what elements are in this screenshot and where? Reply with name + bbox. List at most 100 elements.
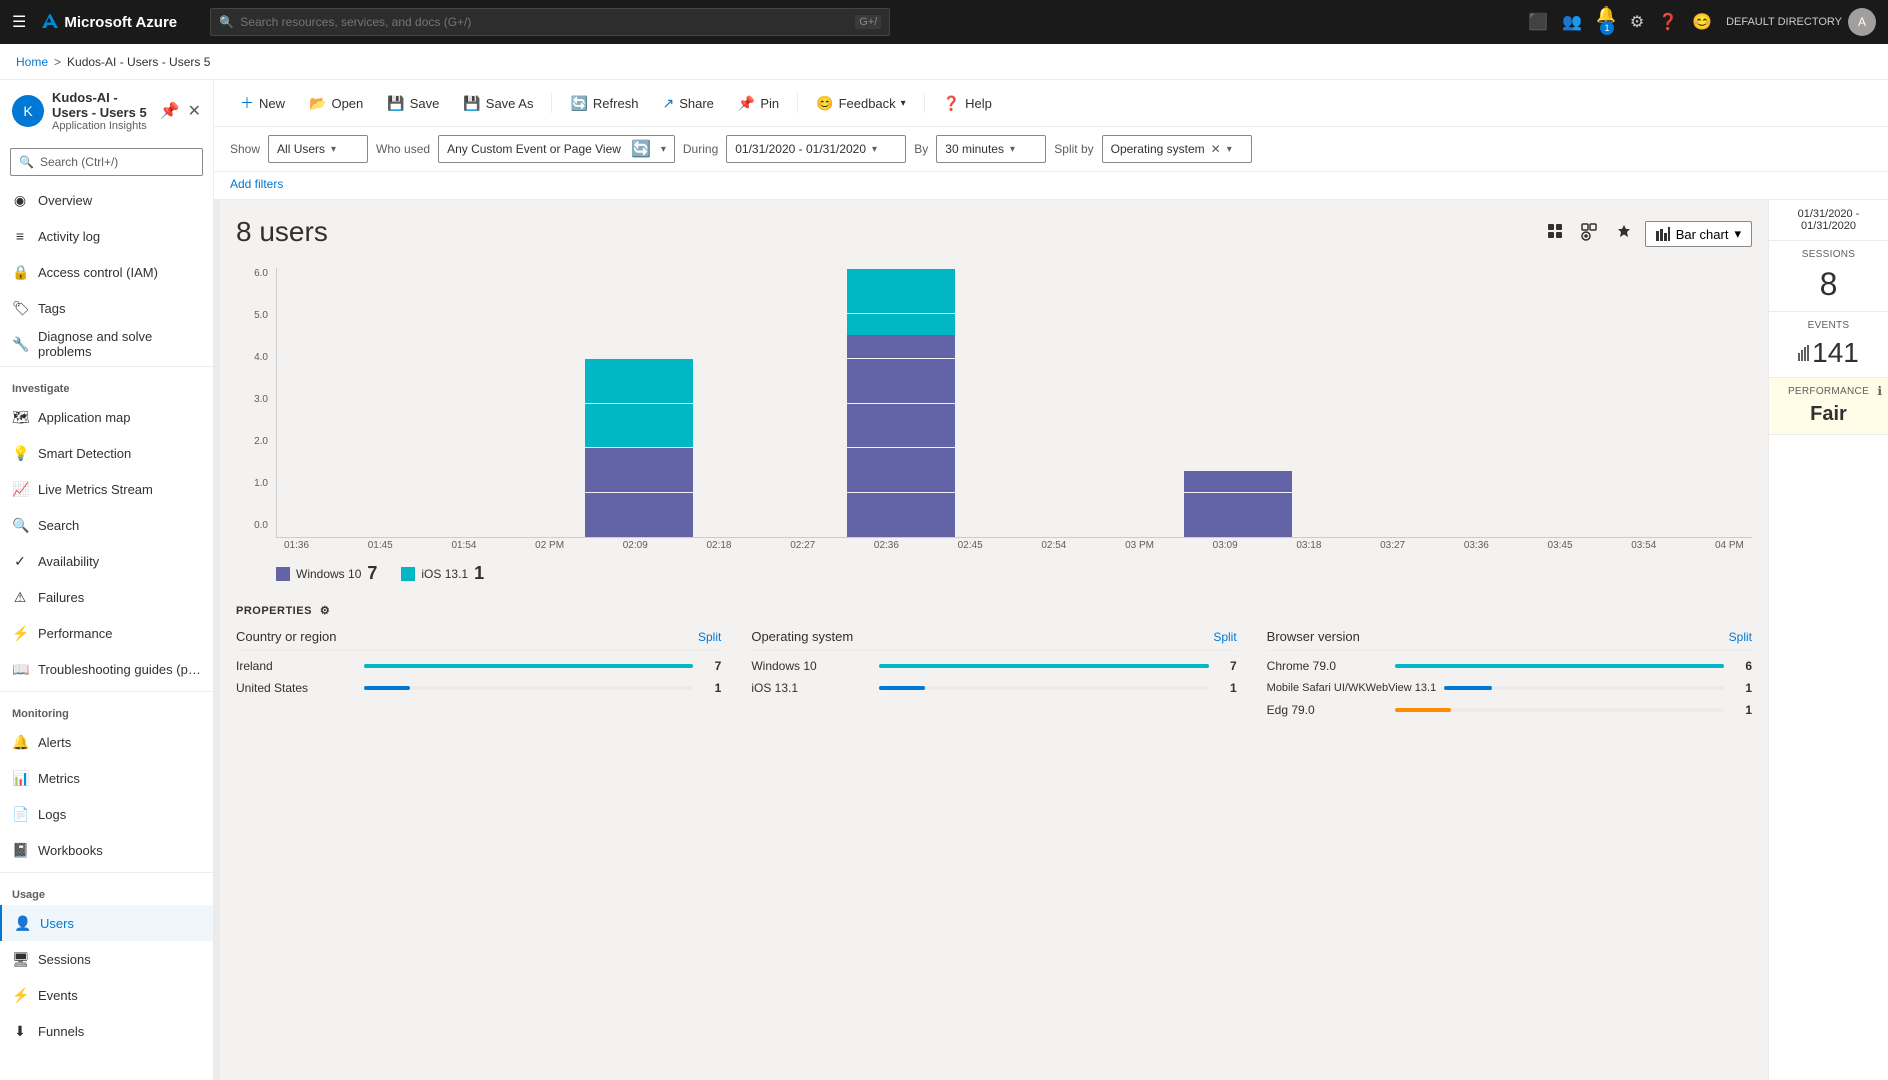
by-label: By [914,142,928,156]
sidebar-item-smart-detection[interactable]: 💡 Smart Detection [0,435,213,471]
breadcrumb-home[interactable]: Home [16,55,48,69]
x-label-03:36: 03:36 [1464,540,1489,551]
sidebar-search-placeholder: Search (Ctrl+/) [40,155,118,169]
global-search-input[interactable] [240,15,849,29]
split-value: Operating system [1111,142,1205,156]
user-menu[interactable]: DEFAULT DIRECTORY A [1726,8,1876,36]
notifications-icon[interactable]: 🔔 1 [1596,5,1616,39]
events-value-container: 141 [1777,337,1880,369]
who-used-refresh-btn[interactable]: 🔄 [627,137,655,161]
x-label-02:54: 02:54 [1041,540,1066,551]
x-label-03:54: 03:54 [1631,540,1656,551]
feedback-icon[interactable]: 😊 [1692,12,1712,32]
show-dropdown[interactable]: All Users ▾ [268,135,368,163]
right-panel: SESSIONS 01/31/2020 -01/31/2020 SESSIONS… [1768,200,1888,1080]
split-clear-icon[interactable]: ✕ [1211,142,1221,156]
sidebar-item-funnels[interactable]: ⬇ Funnels [0,1013,213,1049]
x-label-02pm: 02 PM [535,540,564,551]
search-nav-icon: 🔍 [12,517,28,534]
cloud-shell-icon[interactable]: ⬛ [1528,12,1548,32]
prop-row-us: United States 1 [236,681,721,695]
bar-chart-icon [1656,227,1670,241]
sidebar-item-app-map[interactable]: 🗺 Application map [0,399,213,435]
sidebar-item-tags[interactable]: 🏷 Tags [0,290,213,326]
x-label-03pm: 03 PM [1125,540,1154,551]
who-used-value: Any Custom Event or Page View [447,142,621,156]
sidebar-item-troubleshooting[interactable]: 📖 Troubleshooting guides (pre... [0,651,213,687]
share-label: Share [679,96,714,111]
by-dropdown[interactable]: 30 minutes ▾ [936,135,1046,163]
sidebar: K Kudos-AI - Users - Users 5 Application… [0,80,214,1080]
split-dropdown[interactable]: Operating system ✕ ▾ [1102,135,1252,163]
sidebar-item-alerts[interactable]: 🔔 Alerts [0,724,213,760]
feedback-button[interactable]: 😊 Feedback ▾ [806,90,916,117]
sidebar-header: K Kudos-AI - Users - Users 5 Application… [0,80,213,142]
users-count-title: 8 users [236,216,328,248]
settings-icon[interactable]: ⚙ [1630,12,1644,32]
help-button[interactable]: ❓ Help [933,90,1002,117]
sidebar-item-sessions[interactable]: 🖥 Sessions [0,941,213,977]
browser-split-link[interactable]: Split [1729,630,1752,644]
pin-button[interactable]: 📌 Pin [728,90,789,117]
performance-info-icon[interactable]: ℹ [1877,384,1882,398]
chart-legend: Windows 10 7 iOS 13.1 1 [276,563,1712,584]
sidebar-item-users[interactable]: 👤 Users [0,905,213,941]
properties-title: PROPERTIES [236,605,312,617]
hamburger-menu[interactable]: ☰ [12,12,26,32]
chart-type-button[interactable]: Bar chart ▾ [1645,221,1752,247]
legend-label-win10: Windows 10 [296,567,361,581]
properties-settings-icon[interactable]: ⚙ [320,604,330,617]
os-ios-label: iOS 13.1 [751,681,871,695]
os-split-link[interactable]: Split [1213,630,1236,644]
saveas-icon: 💾 [463,95,480,112]
sidebar-item-performance[interactable]: ⚡ Performance [0,615,213,651]
browser-edge-label: Edg 79.0 [1267,703,1387,717]
country-us-label: United States [236,681,356,695]
sidebar-item-availability[interactable]: ✓ Availability [0,543,213,579]
share-button[interactable]: ↗ Share [652,90,723,117]
global-search-box[interactable]: 🔍 G+/ [210,8,890,36]
sidebar-item-activity-log[interactable]: ≡ Activity log [0,218,213,254]
sidebar-item-access-control[interactable]: 🔒 Access control (IAM) [0,254,213,290]
saveas-button[interactable]: 💾 Save As [453,90,543,117]
save-icon: 💾 [387,95,404,112]
availability-icon: ✓ [12,553,28,570]
notification-badge: 1 [1600,21,1614,35]
sidebar-label-failures: Failures [38,590,84,605]
directory-icon[interactable]: 👥 [1562,12,1582,32]
who-used-dropdown[interactable]: Any Custom Event or Page View 🔄 ▾ [438,135,675,163]
sidebar-label-users: Users [40,916,74,931]
breadcrumb: Home > Kudos-AI - Users - Users 5 [0,44,1888,80]
sidebar-item-logs[interactable]: 📄 Logs [0,796,213,832]
new-button[interactable]: ＋ New [230,88,295,118]
x-label-02:36: 02:36 [874,540,899,551]
country-split-link[interactable]: Split [698,630,721,644]
azure-logo-text: Microsoft Azure [64,14,177,31]
save-button[interactable]: 💾 Save [377,90,449,117]
sidebar-item-search[interactable]: 🔍 Search [0,507,213,543]
during-dropdown[interactable]: 01/31/2020 - 01/31/2020 ▾ [726,135,906,163]
add-chart-btn[interactable] [1577,219,1603,250]
refresh-label: Refresh [593,96,639,111]
sidebar-search-input[interactable]: 🔍 Search (Ctrl+/) [10,148,203,176]
funnels-icon: ⬇ [12,1023,28,1040]
during-label: During [683,142,718,156]
grid-view-btn[interactable] [1543,219,1569,250]
open-button[interactable]: 📂 Open [299,90,373,117]
pin-chart-btn[interactable] [1611,219,1637,250]
sidebar-item-failures[interactable]: ⚠ Failures [0,579,213,615]
prop-column-os: Operating system Split Windows 10 7 [751,629,1236,725]
sidebar-item-overview[interactable]: ◉ Overview [0,182,213,218]
close-sidebar-icon[interactable]: ✕ [188,101,201,121]
help-icon[interactable]: ❓ [1658,12,1678,32]
sidebar-item-live-metrics[interactable]: 📈 Live Metrics Stream [0,471,213,507]
performance-label: PERFORMANCE [1777,386,1880,397]
pin-icon[interactable]: 📌 [160,101,180,121]
sidebar-item-workbooks[interactable]: 📓 Workbooks [0,832,213,868]
add-filters-link[interactable]: Add filters [230,177,283,191]
toolbar-divider-3 [924,93,925,113]
refresh-button[interactable]: 🔄 Refresh [560,90,648,117]
sidebar-item-events[interactable]: ⚡ Events [0,977,213,1013]
sidebar-item-metrics[interactable]: 📊 Metrics [0,760,213,796]
sidebar-item-diagnose[interactable]: 🔧 Diagnose and solve problems [0,326,213,362]
